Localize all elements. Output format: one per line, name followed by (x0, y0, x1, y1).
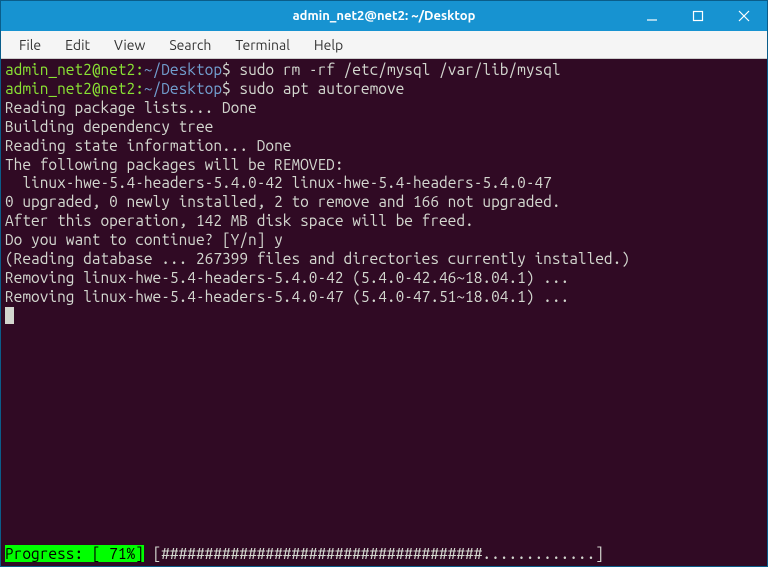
titlebar: admin_net2@net2: ~/Desktop (1, 1, 767, 31)
output-line: (Reading database ... 267399 files and d… (5, 250, 630, 267)
output-line: Do you want to continue? [Y/n] y (5, 231, 283, 248)
output-line: The following packages will be REMOVED: (5, 156, 344, 173)
prompt-symbol: $ (222, 61, 231, 78)
output-line: linux-hwe-5.4-headers-5.4.0-42 linux-hwe… (5, 174, 552, 191)
close-button[interactable] (721, 1, 767, 31)
terminal-window: admin_net2@net2: ~/Desktop File Edit Vie… (0, 0, 768, 567)
menu-help[interactable]: Help (304, 33, 353, 57)
output-line: 0 upgraded, 0 newly installed, 2 to remo… (5, 193, 561, 210)
output-line: Reading state information... Done (5, 137, 291, 154)
prompt-user: admin_net2@net2 (5, 80, 135, 97)
output-line: Building dependency tree (5, 118, 213, 135)
command-2: sudo apt autoremove (239, 80, 404, 97)
minimize-button[interactable] (629, 1, 675, 31)
output-line: Removing linux-hwe-5.4-headers-5.4.0-47 … (5, 288, 569, 305)
cursor (5, 307, 14, 324)
progress-bar: [#####################################..… (144, 545, 613, 562)
prompt-colon: : (135, 80, 144, 97)
menu-search[interactable]: Search (159, 33, 221, 57)
command-1: sudo rm -rf /etc/mysql /var/lib/mysql (239, 61, 560, 78)
progress-line: Progress: [ 71%] [######################… (1, 545, 767, 566)
maximize-icon (692, 10, 704, 22)
menu-edit[interactable]: Edit (55, 33, 100, 57)
prompt-symbol: $ (222, 80, 231, 97)
prompt-path: ~/Desktop (144, 61, 222, 78)
minimize-icon (646, 10, 658, 22)
progress-label: Progress: [ 71%] (5, 545, 144, 562)
prompt-user: admin_net2@net2 (5, 61, 135, 78)
maximize-button[interactable] (675, 1, 721, 31)
menu-view[interactable]: View (104, 33, 155, 57)
output-line: Removing linux-hwe-5.4-headers-5.4.0-42 … (5, 269, 569, 286)
output-line: After this operation, 142 MB disk space … (5, 212, 474, 229)
prompt-path: ~/Desktop (144, 80, 222, 97)
menubar: File Edit View Search Terminal Help (1, 31, 767, 59)
output-line: Reading package lists... Done (5, 99, 257, 116)
menu-terminal[interactable]: Terminal (225, 33, 300, 57)
close-icon (738, 10, 750, 22)
terminal-area[interactable]: admin_net2@net2:~/Desktop$ sudo rm -rf /… (1, 59, 767, 566)
prompt-colon: : (135, 61, 144, 78)
menu-file[interactable]: File (9, 33, 51, 57)
window-controls (629, 1, 767, 31)
